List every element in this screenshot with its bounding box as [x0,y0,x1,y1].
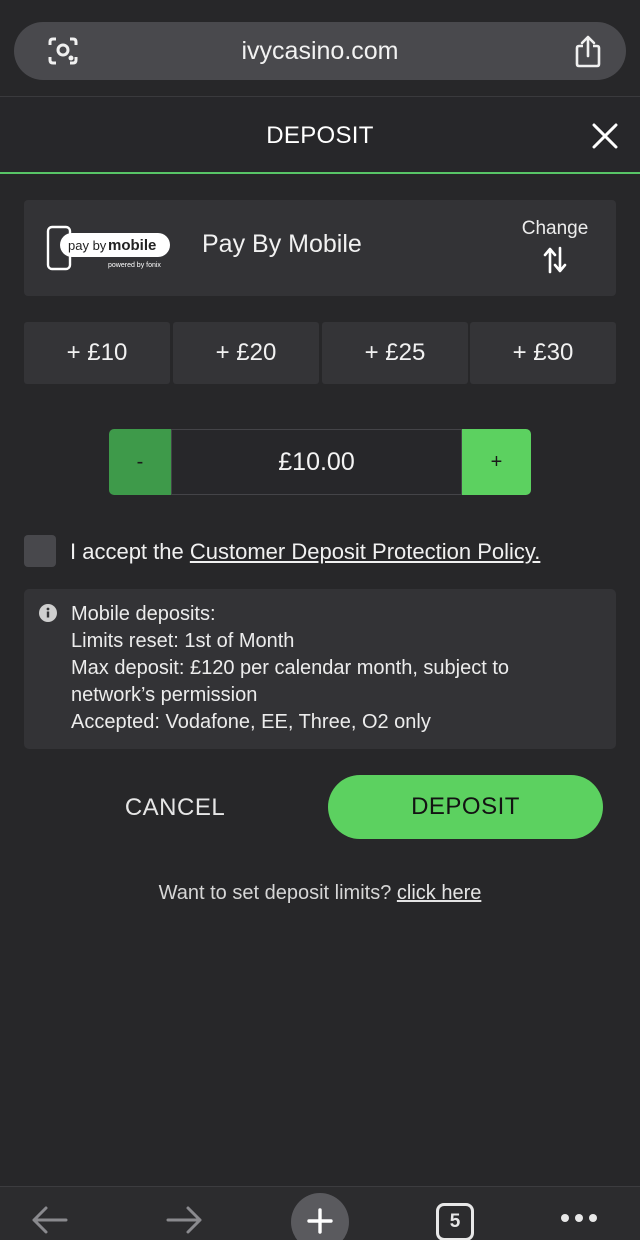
amount-input[interactable]: £10.00 [171,429,462,495]
increase-amount-button[interactable]: + [462,429,531,495]
more-icon[interactable] [560,1213,598,1223]
payment-method-card: pay by mobile powered by fonix Pay By Mo… [24,200,616,296]
quick-amount-button[interactable]: + £30 [470,322,616,384]
back-arrow-icon[interactable] [30,1205,68,1235]
change-label[interactable]: Change [516,218,594,240]
pay-by-mobile-logo: pay by mobile powered by fonix [46,225,170,271]
amount-stepper: - £10.00 + [109,429,531,495]
info-lines: Mobile deposits: Limits reset: 1st of Mo… [71,601,601,736]
quick-amount-button[interactable]: + £25 [322,322,468,384]
swap-icon[interactable] [542,246,568,274]
svg-text:pay by: pay by [68,238,107,253]
deposit-button[interactable]: DEPOSIT [328,775,603,839]
info-line: Mobile deposits: [71,603,216,625]
svg-text:mobile: mobile [108,237,156,254]
info-line: network’s permission [71,684,258,706]
share-icon[interactable] [574,34,602,68]
quick-amount-button[interactable]: + £10 [24,322,170,384]
cancel-button[interactable]: CANCEL [40,776,310,840]
info-line: Accepted: Vodafone, EE, Three, O2 only [71,711,431,733]
browser-top-bar: ivycasino.com [0,0,640,96]
new-tab-icon[interactable] [290,1192,350,1240]
page: ivycasino.com DEPOSIT pay by mobile powe… [0,0,640,1240]
payment-method-name: Pay By Mobile [202,230,362,258]
forward-arrow-icon[interactable] [166,1205,204,1235]
page-title: DEPOSIT [266,122,374,149]
info-icon [39,604,57,622]
change-method-button[interactable]: Change [516,218,594,278]
deposit-header: DEPOSIT [0,96,640,174]
deposit-limits-row: Want to set deposit limits? click here [0,882,640,905]
decrease-amount-button[interactable]: - [109,429,171,495]
url-text[interactable]: ivycasino.com [14,22,626,80]
info-line: Limits reset: 1st of Month [71,630,295,652]
accept-prefix: I accept the [70,539,190,564]
svg-text:powered by fonix: powered by fonix [108,262,161,269]
quick-amount-button[interactable]: + £20 [173,322,319,384]
limits-link[interactable]: click here [397,882,481,904]
browser-bottom-toolbar: 5 [0,1186,640,1240]
limits-prefix: Want to set deposit limits? [158,882,397,904]
url-bar[interactable]: ivycasino.com [14,22,626,80]
policy-link[interactable]: Customer Deposit Protection Policy. [190,539,541,564]
close-icon[interactable] [592,123,618,149]
quick-amount-row: + £10 + £20 + £25 + £30 [24,322,616,384]
accept-policy-checkbox[interactable] [24,535,56,567]
accept-policy-text: I accept the Customer Deposit Protection… [70,539,540,565]
tabs-icon[interactable]: 5 [436,1203,474,1240]
info-line: Max deposit: £120 per calendar month, su… [71,657,510,679]
info-box: Mobile deposits: Limits reset: 1st of Mo… [24,589,616,749]
accept-policy-row: I accept the Customer Deposit Protection… [24,535,616,569]
